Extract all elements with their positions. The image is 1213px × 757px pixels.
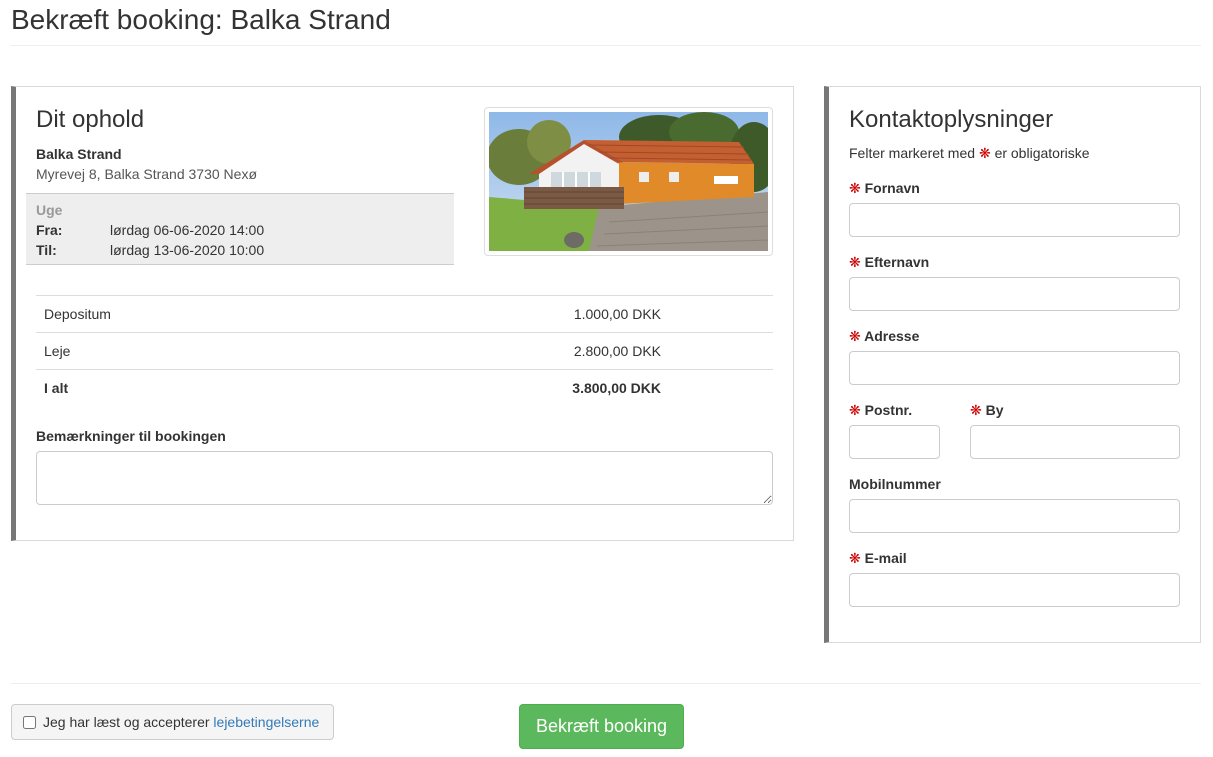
- terms-text: Jeg har læst og accepterer: [43, 714, 210, 730]
- firstname-input[interactable]: [849, 203, 1180, 237]
- mobile-input[interactable]: [849, 499, 1180, 533]
- terms-label: Jeg har læst og accepterer lejebetingels…: [43, 714, 319, 730]
- required-star-icon: ❋: [970, 402, 982, 418]
- contact-heading: Kontaktoplysninger: [849, 106, 1054, 133]
- property-photo: [484, 107, 773, 256]
- required-star-icon: ❋: [849, 550, 861, 566]
- price-label: Leje: [44, 343, 71, 359]
- price-table: Depositum 1.000,00 DKK Leje 2.800,00 DKK…: [36, 295, 773, 406]
- address-input[interactable]: [849, 351, 1180, 385]
- required-note-text: er obligatoriske: [994, 145, 1090, 161]
- city-input[interactable]: [970, 425, 1180, 459]
- terms-box: Jeg har læst og accepterer lejebetingels…: [11, 704, 334, 740]
- remarks-label: Bemærkninger til bookingen: [36, 428, 226, 444]
- remarks-textarea[interactable]: [36, 451, 773, 505]
- page-title: Bekræft booking: Balka Strand: [11, 4, 391, 35]
- confirm-booking-button[interactable]: Bekræft booking: [519, 704, 684, 749]
- to-label: Til:: [36, 242, 57, 258]
- zip-label: ❋ Postnr.: [849, 402, 913, 418]
- stay-heading: Dit ophold: [36, 106, 145, 133]
- price-amount: 1.000,00 DKK: [573, 306, 661, 322]
- contact-panel: Kontaktoplysninger Felter markeret med ❋…: [824, 86, 1201, 643]
- lastname-label: ❋ Efternavn: [849, 254, 930, 270]
- required-note-text: Felter markeret med: [849, 145, 976, 161]
- required-star-icon: ❋: [849, 402, 861, 418]
- required-note: Felter markeret med ❋ er obligatoriske: [849, 145, 1090, 162]
- stay-dates-box: Uge Fra: lørdag 06-06-2020 14:00 Til: lø…: [26, 193, 454, 265]
- total-label: I alt: [44, 380, 69, 396]
- table-row: Depositum 1.000,00 DKK: [36, 295, 773, 332]
- title-divider: [11, 45, 1201, 46]
- property-address: Myrevej 8, Balka Strand 3730 Nexø: [36, 166, 257, 182]
- lastname-input[interactable]: [849, 277, 1180, 311]
- required-star-icon: ❋: [849, 254, 861, 270]
- period-type: Uge: [36, 202, 63, 218]
- total-amount: 3.800,00 DKK: [572, 380, 661, 396]
- property-name: Balka Strand: [36, 146, 122, 162]
- table-row-total: I alt 3.800,00 DKK: [36, 369, 773, 406]
- terms-checkbox[interactable]: [23, 716, 36, 729]
- email-input[interactable]: [849, 573, 1180, 607]
- from-value: lørdag 06-06-2020 14:00: [110, 222, 265, 238]
- required-star-icon: ❋: [849, 180, 861, 196]
- terms-link[interactable]: lejebetingelserne: [213, 714, 319, 730]
- to-value: lørdag 13-06-2020 10:00: [110, 242, 265, 258]
- required-star-icon: ❋: [978, 145, 991, 161]
- required-star-icon: ❋: [849, 328, 861, 344]
- firstname-label: ❋ Fornavn: [849, 180, 920, 196]
- address-label: ❋ Adresse: [849, 328, 920, 344]
- price-label: Depositum: [44, 306, 111, 322]
- table-row: Leje 2.800,00 DKK: [36, 332, 773, 369]
- email-label: ❋ E-mail: [849, 550, 907, 566]
- footer-divider: [11, 683, 1201, 684]
- from-label: Fra:: [36, 222, 63, 238]
- house-photo-icon: [489, 112, 768, 251]
- city-label: ❋ By: [970, 402, 1004, 418]
- price-amount: 2.800,00 DKK: [573, 343, 661, 359]
- zip-input[interactable]: [849, 425, 940, 459]
- mobile-label: Mobilnummer: [849, 476, 941, 492]
- stay-panel: Dit ophold Balka Strand Myrevej 8, Balka…: [11, 86, 794, 541]
